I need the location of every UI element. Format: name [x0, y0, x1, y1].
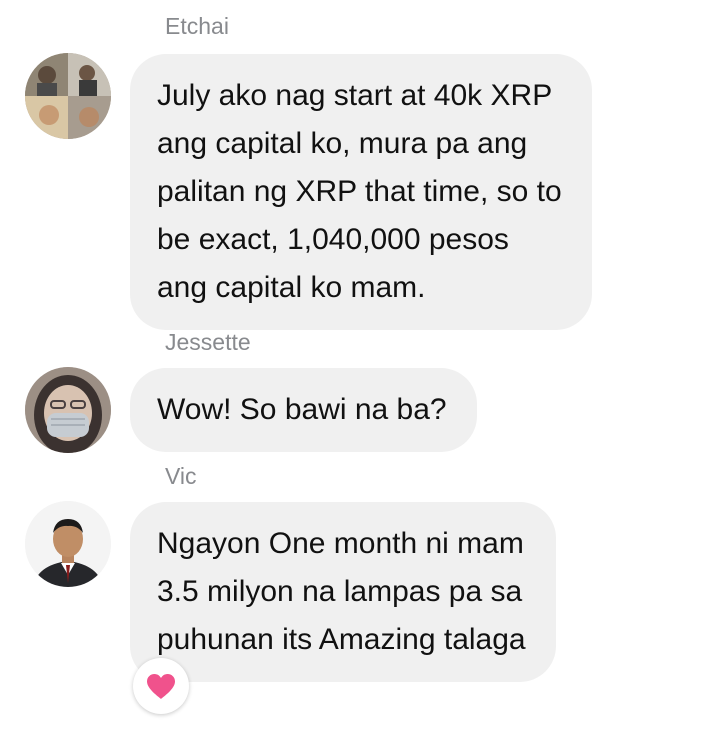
message-text: July ako nag start at 40k XRP: [157, 79, 553, 112]
message-text: 3.5 milyon na lampas pa sa: [157, 575, 523, 608]
sender-name: Etchai: [165, 13, 229, 39]
heart-icon: [147, 673, 175, 699]
sender-name: Vic: [165, 463, 197, 489]
message-text: Ngayon One month ni mam: [157, 527, 524, 560]
message-bubble[interactable]: July ako nag start at 40k XRP ang capita…: [130, 54, 592, 330]
message-bubble[interactable]: Ngayon One month ni mam 3.5 milyon na la…: [130, 502, 556, 682]
message-text: Wow! So bawi na ba?: [157, 393, 447, 426]
message-text: palitan ng XRP that time, so to: [157, 175, 562, 208]
avatar[interactable]: [25, 501, 111, 587]
sender-name: Jessette: [165, 329, 251, 355]
message-text: ang capital ko, mura pa ang: [157, 127, 528, 160]
message-text: be exact, 1,040,000 pesos: [157, 223, 509, 256]
reaction-badge[interactable]: [133, 658, 189, 714]
message-text: ang capital ko mam.: [157, 271, 426, 304]
avatar[interactable]: [25, 367, 111, 453]
message-text: puhunan its Amazing talaga: [157, 623, 526, 656]
message-bubble[interactable]: Wow! So bawi na ba?: [130, 368, 477, 452]
avatar[interactable]: [25, 53, 111, 139]
